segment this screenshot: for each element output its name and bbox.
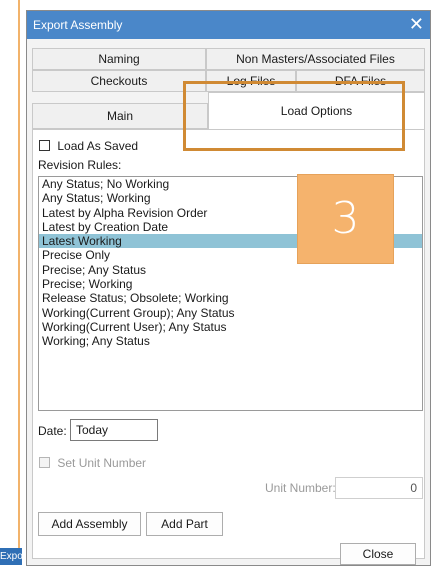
export-assembly-dialog: Export Assembly ✕ Naming Non Masters/Ass… bbox=[26, 10, 431, 566]
unit-number-label: Unit Number: bbox=[265, 481, 336, 495]
revision-rule-item[interactable]: Release Status; Obsolete; Working bbox=[39, 291, 422, 305]
date-field[interactable]: Today bbox=[70, 419, 158, 441]
background-window-edge bbox=[0, 0, 20, 555]
close-button[interactable]: Close bbox=[340, 543, 416, 565]
revision-rule-item[interactable]: Precise; Any Status bbox=[39, 263, 422, 277]
load-as-saved-label: Load As Saved bbox=[57, 138, 139, 153]
tab-checkouts[interactable]: Checkouts bbox=[32, 70, 206, 92]
tab-load-options[interactable]: Load Options bbox=[208, 92, 425, 130]
load-as-saved-checkbox[interactable] bbox=[39, 140, 50, 152]
revision-rule-item[interactable]: Working; Any Status bbox=[39, 334, 422, 348]
taskbar-item[interactable]: Expor bbox=[0, 548, 22, 565]
dialog-title: Export Assembly bbox=[33, 18, 123, 32]
title-bar: Export Assembly ✕ bbox=[27, 11, 430, 39]
unit-number-field[interactable]: 0 bbox=[335, 477, 423, 499]
revision-rule-item[interactable]: Working(Current Group); Any Status bbox=[39, 306, 422, 320]
tab-main[interactable]: Main bbox=[32, 103, 208, 129]
close-icon[interactable]: ✕ bbox=[409, 14, 424, 34]
set-unit-number-row[interactable]: Set Unit Number bbox=[39, 455, 146, 470]
tab-dfa-files[interactable]: DFA Files bbox=[296, 70, 425, 92]
load-as-saved-row[interactable]: Load As Saved bbox=[39, 138, 138, 153]
tab-log-files[interactable]: Log Files bbox=[206, 70, 296, 92]
tab-naming[interactable]: Naming bbox=[32, 48, 206, 70]
date-label: Date: bbox=[38, 424, 67, 438]
revision-rule-item[interactable]: Precise; Working bbox=[39, 277, 422, 291]
set-unit-number-label: Set Unit Number bbox=[57, 455, 147, 470]
add-part-button[interactable]: Add Part bbox=[146, 512, 223, 536]
set-unit-number-checkbox[interactable] bbox=[39, 457, 50, 469]
revision-rules-label: Revision Rules: bbox=[38, 158, 122, 172]
revision-rule-item[interactable]: Working(Current User); Any Status bbox=[39, 320, 422, 334]
tab-non-masters[interactable]: Non Masters/Associated Files bbox=[206, 48, 425, 70]
add-assembly-button[interactable]: Add Assembly bbox=[38, 512, 141, 536]
step-number-badge: 3 bbox=[297, 174, 394, 264]
